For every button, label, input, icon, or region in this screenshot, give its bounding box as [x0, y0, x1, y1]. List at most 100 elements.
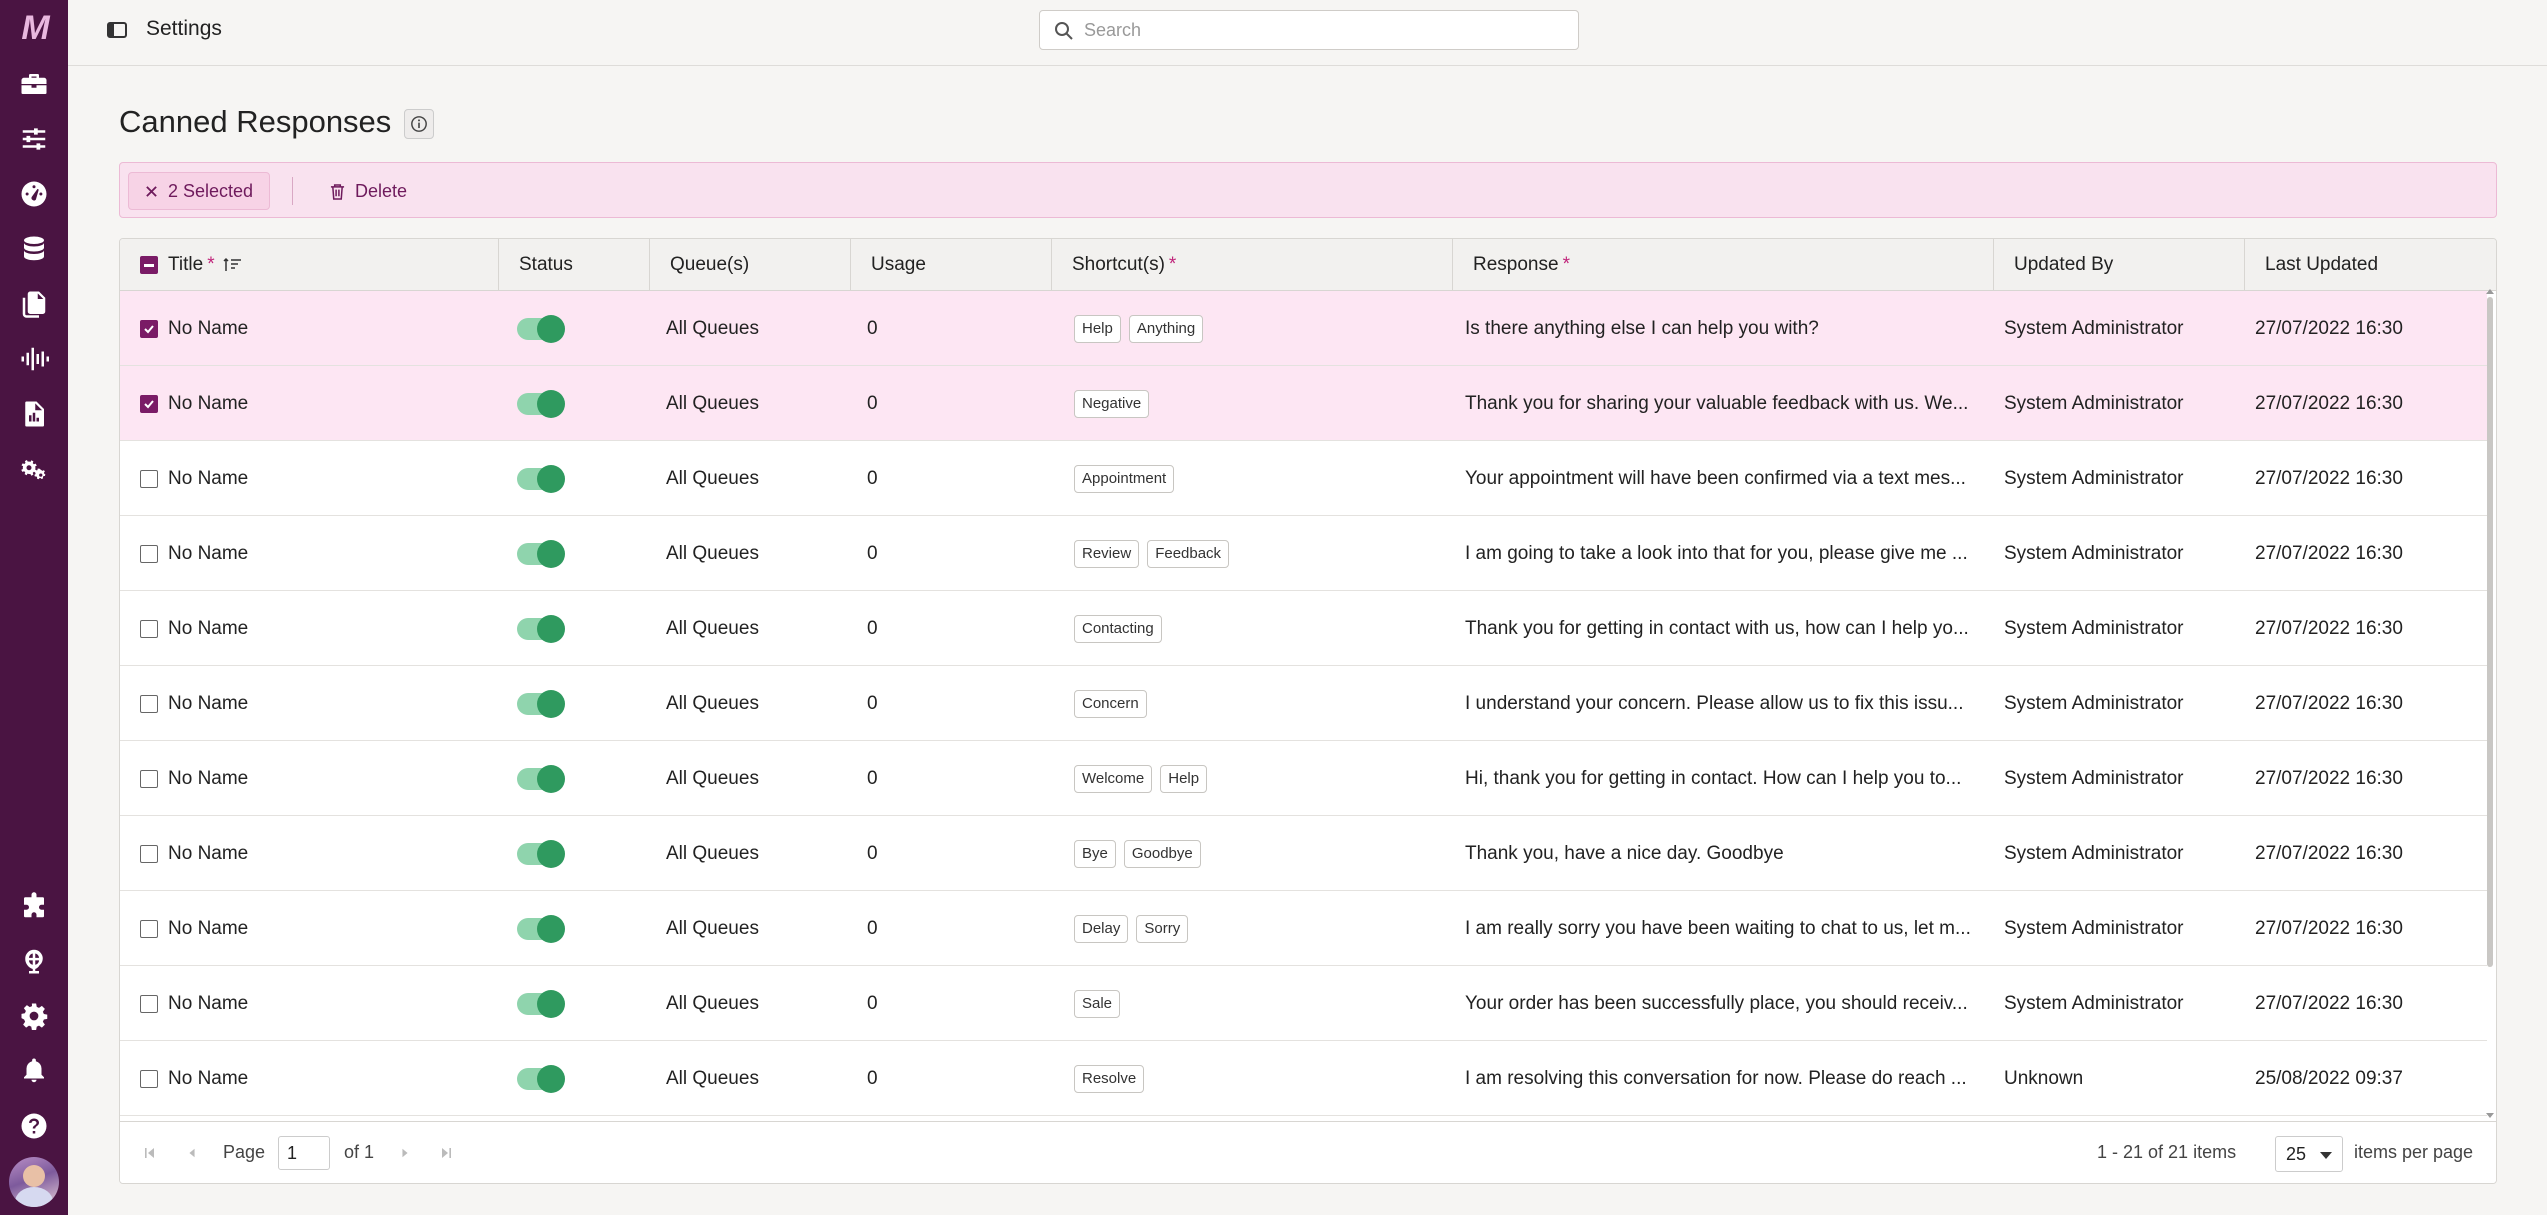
select-all-checkbox[interactable]	[140, 256, 158, 274]
row-checkbox[interactable]	[140, 919, 158, 938]
next-page-icon[interactable]	[395, 1142, 415, 1164]
status-toggle[interactable]	[517, 539, 565, 568]
status-cell	[517, 591, 647, 666]
shortcut-chip: Anything	[1128, 314, 1204, 343]
column-status[interactable]: Status	[499, 239, 650, 291]
cogs-icon[interactable]	[0, 441, 68, 496]
row-checkbox[interactable]	[140, 844, 158, 863]
info-button[interactable]	[404, 109, 434, 139]
scroll-down-arrow[interactable]	[2486, 1113, 2494, 1118]
last-page-icon[interactable]	[436, 1142, 456, 1164]
search-input[interactable]	[1084, 11, 1564, 49]
table-row[interactable]: No Name All Queues 0 Sale Your order has…	[120, 966, 2487, 1041]
page-title: Canned Responses	[119, 104, 392, 139]
scroll-up-arrow[interactable]	[2486, 289, 2494, 294]
row-checkbox[interactable]	[140, 619, 158, 638]
table-row[interactable]: No Name All Queues 0 Welcome Help Hi, tha…	[120, 741, 2487, 816]
updated-by-cell: System Administrator	[2004, 617, 2184, 639]
row-checkbox[interactable]	[140, 1069, 158, 1088]
database-icon[interactable]	[0, 221, 68, 276]
status-toggle[interactable]	[517, 614, 565, 643]
shortcut-chip: Goodbye	[1123, 839, 1201, 868]
toolbar-divider	[292, 177, 293, 205]
table-row[interactable]: No Name All Queues 0 Concern I understan…	[120, 666, 2487, 741]
response-cell: I am resolving this conversation for now…	[1465, 1067, 1967, 1089]
search-box[interactable]	[1039, 10, 1579, 50]
column-last-updated[interactable]: Last Updated	[2245, 239, 2496, 291]
row-checkbox[interactable]	[140, 394, 158, 413]
status-toggle[interactable]	[517, 764, 565, 793]
shortcut-chip: Feedback	[1147, 539, 1230, 568]
last-updated-cell: 27/07/2022 16:30	[2255, 317, 2403, 339]
table-row[interactable]: No Name All Queues 0 Appointment Your ap…	[120, 441, 2487, 516]
vertical-scrollbar[interactable]	[2487, 297, 2493, 967]
response-cell: I am going to take a look into that for …	[1465, 542, 1968, 564]
column-usage[interactable]: Usage	[851, 239, 1052, 291]
page-number-input[interactable]	[278, 1136, 330, 1170]
status-toggle[interactable]	[517, 914, 565, 943]
updated-by-cell: System Administrator	[2004, 392, 2184, 414]
table-header: Title * Status Queue(s) Usage Shortcut(s…	[120, 239, 2496, 291]
documents-icon[interactable]	[0, 276, 68, 331]
report-file-icon[interactable]	[0, 386, 68, 441]
help-icon[interactable]	[0, 1098, 68, 1153]
first-page-icon[interactable]	[140, 1142, 160, 1164]
top-bar: Settings	[68, 0, 2547, 66]
status-toggle[interactable]	[517, 464, 565, 493]
row-title: No Name	[168, 617, 249, 639]
clear-selection-button[interactable]: 2 Selected	[128, 172, 271, 210]
last-updated-cell: 25/08/2022 09:37	[2255, 1067, 2403, 1089]
previous-page-icon[interactable]	[182, 1142, 202, 1164]
row-checkbox[interactable]	[140, 319, 158, 338]
last-updated-cell: 27/07/2022 16:30	[2255, 692, 2403, 714]
table-row[interactable]: No Name All Queues 0 Delay Sorry I am rea…	[120, 891, 2487, 966]
column-title[interactable]: Title *	[120, 239, 499, 291]
status-toggle[interactable]	[517, 689, 565, 718]
shortcut-chip: Help	[1160, 764, 1208, 793]
status-toggle[interactable]	[517, 314, 565, 343]
sliders-icon[interactable]	[0, 111, 68, 166]
table-row[interactable]: No Name All Queues 0 Help Anything Is the…	[120, 291, 2487, 366]
sort-ascending-icon[interactable]	[223, 257, 243, 273]
table-row[interactable]: No Name All Queues 0 Resolve I am resolv…	[120, 1041, 2487, 1116]
puzzle-icon[interactable]	[0, 878, 68, 933]
status-toggle[interactable]	[517, 989, 565, 1018]
column-shortcuts[interactable]: Shortcut(s) *	[1052, 239, 1453, 291]
row-checkbox[interactable]	[140, 769, 158, 788]
sidebar: M	[0, 0, 68, 1215]
column-updated-by[interactable]: Updated By	[1994, 239, 2245, 291]
table-row[interactable]: No Name All Queues 0 Negative Thank you …	[120, 366, 2487, 441]
column-response-label: Response	[1473, 254, 1559, 275]
items-per-page-select[interactable]: 25	[2275, 1136, 2343, 1172]
table-row[interactable]: No Name All Queues 0 Bye Goodbye Thank yo…	[120, 816, 2487, 891]
toolbox-icon[interactable]	[0, 56, 68, 111]
column-response[interactable]: Response *	[1453, 239, 1994, 291]
status-toggle[interactable]	[517, 839, 565, 868]
app-logo[interactable]: M	[0, 0, 68, 56]
row-title: No Name	[168, 917, 249, 939]
updated-by-cell: System Administrator	[2004, 767, 2184, 789]
user-avatar[interactable]	[9, 1157, 59, 1207]
status-toggle[interactable]	[517, 389, 565, 418]
status-cell	[517, 1041, 647, 1116]
audio-waveform-icon[interactable]	[0, 331, 68, 386]
row-checkbox[interactable]	[140, 469, 158, 488]
dashboard-gauge-icon[interactable]	[0, 166, 68, 221]
table-row[interactable]: No Name All Queues 0 Review Feedback I am…	[120, 516, 2487, 591]
row-checkbox[interactable]	[140, 994, 158, 1013]
globe-icon[interactable]	[0, 933, 68, 988]
last-updated-cell: 27/07/2022 16:30	[2255, 617, 2403, 639]
updated-by-cell: System Administrator	[2004, 692, 2184, 714]
shortcuts-cell: Concern	[1074, 666, 1449, 741]
row-checkbox[interactable]	[140, 544, 158, 563]
top-bar-title: Settings	[146, 17, 222, 40]
gear-icon[interactable]	[0, 988, 68, 1043]
status-cell	[517, 816, 647, 891]
row-checkbox[interactable]	[140, 694, 158, 713]
status-toggle[interactable]	[517, 1064, 565, 1093]
sidebar-toggle-icon[interactable]	[104, 18, 130, 42]
column-queues[interactable]: Queue(s)	[650, 239, 851, 291]
bell-icon[interactable]	[0, 1043, 68, 1098]
table-row[interactable]: No Name All Queues 0 Contacting Thank yo…	[120, 591, 2487, 666]
delete-button[interactable]: Delete	[320, 172, 417, 210]
